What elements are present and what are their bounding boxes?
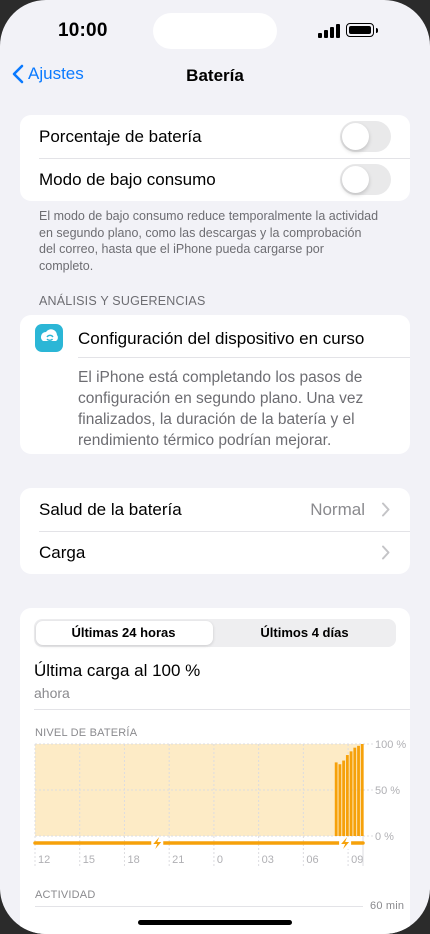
phone-screen: 10:00 Ajustes Batería Porcentaje de bate…	[0, 0, 430, 934]
battery-level-bar	[357, 745, 360, 836]
last-charge-time: ahora	[34, 685, 70, 701]
battery-level-bar	[349, 751, 353, 836]
battery-health-value: Normal	[310, 499, 365, 519]
chevron-right-icon	[382, 502, 390, 517]
battery-percentage-toggle[interactable]	[340, 121, 391, 152]
battery-level-bar	[345, 755, 349, 836]
status-time: 10:00	[58, 20, 108, 41]
x-tick-label: 21	[172, 854, 184, 866]
dynamic-island	[153, 13, 277, 49]
battery-level-bar	[342, 760, 346, 836]
setup-sync-icon	[35, 324, 63, 352]
low-power-mode-row: Modo de bajo consumo	[20, 158, 410, 201]
battery-health-label: Salud de la batería	[39, 499, 182, 519]
low-power-mode-toggle[interactable]	[340, 164, 391, 195]
x-tick-label: 06	[306, 854, 318, 866]
home-indicator[interactable]	[138, 920, 292, 925]
x-tick-label: 03	[262, 854, 274, 866]
low-power-mode-label: Modo de bajo consumo	[39, 169, 216, 189]
battery-level-chart: 100 % 50 % 0 % 12 15 18 21 0 03 06 09	[33, 740, 406, 866]
insight-title: Configuración del dispositivo en curso	[78, 329, 365, 348]
x-tick-label: 18	[127, 854, 139, 866]
insight-body: El iPhone está completando los pasos de …	[78, 369, 364, 449]
x-tick-label: 0	[217, 854, 223, 866]
battery-level-bar	[334, 762, 338, 836]
battery-level-header: NIVEL DE BATERÍA	[35, 727, 138, 739]
chevron-right-icon	[382, 545, 390, 560]
battery-percentage-label: Porcentaje de batería	[39, 126, 202, 146]
charging-label: Carga	[39, 542, 86, 562]
x-tick-label: 12	[38, 854, 50, 866]
battery-level-bar	[338, 764, 342, 836]
last-charge-title: Última carga al 100 %	[34, 661, 201, 680]
x-tick-label: 09	[351, 854, 363, 866]
insights-card: Configuración del dispositivo en curso E…	[20, 315, 410, 454]
cellular-signal-icon	[318, 24, 340, 38]
charging-row[interactable]: Carga	[20, 531, 410, 574]
battery-percentage-row: Porcentaje de batería	[20, 115, 410, 158]
activity-chart-gridline	[35, 906, 363, 907]
activity-axis-top: 60 min	[370, 900, 405, 912]
battery-level-bar	[353, 747, 357, 836]
activity-header: ACTIVIDAD	[35, 889, 96, 901]
tab-last-4-days[interactable]: Últimos 4 días	[215, 625, 394, 640]
x-tick-label: 15	[83, 854, 95, 866]
y-tick-label: 50 %	[375, 785, 400, 797]
health-group: Salud de la batería Normal Carga	[20, 488, 410, 574]
tab-last-24-hours[interactable]: Últimas 24 horas	[34, 625, 213, 640]
insights-section-header: ANÁLISIS Y SUGERENCIAS	[39, 294, 206, 308]
time-range-segmented-control: Últimas 24 horas Últimos 4 días	[34, 619, 396, 647]
battery-health-row[interactable]: Salud de la batería Normal	[20, 488, 410, 531]
battery-toggles-group: Porcentaje de batería Modo de bajo consu…	[20, 115, 410, 201]
y-tick-label: 100 %	[375, 740, 406, 751]
page-title: Batería	[186, 66, 244, 85]
y-tick-label: 0 %	[375, 831, 394, 843]
battery-level-bar	[360, 744, 364, 836]
low-power-footnote: El modo de bajo consumo reduce temporalm…	[39, 209, 379, 273]
battery-icon	[346, 23, 378, 37]
usage-card: Últimas 24 horas Últimos 4 días Última c…	[20, 608, 410, 934]
